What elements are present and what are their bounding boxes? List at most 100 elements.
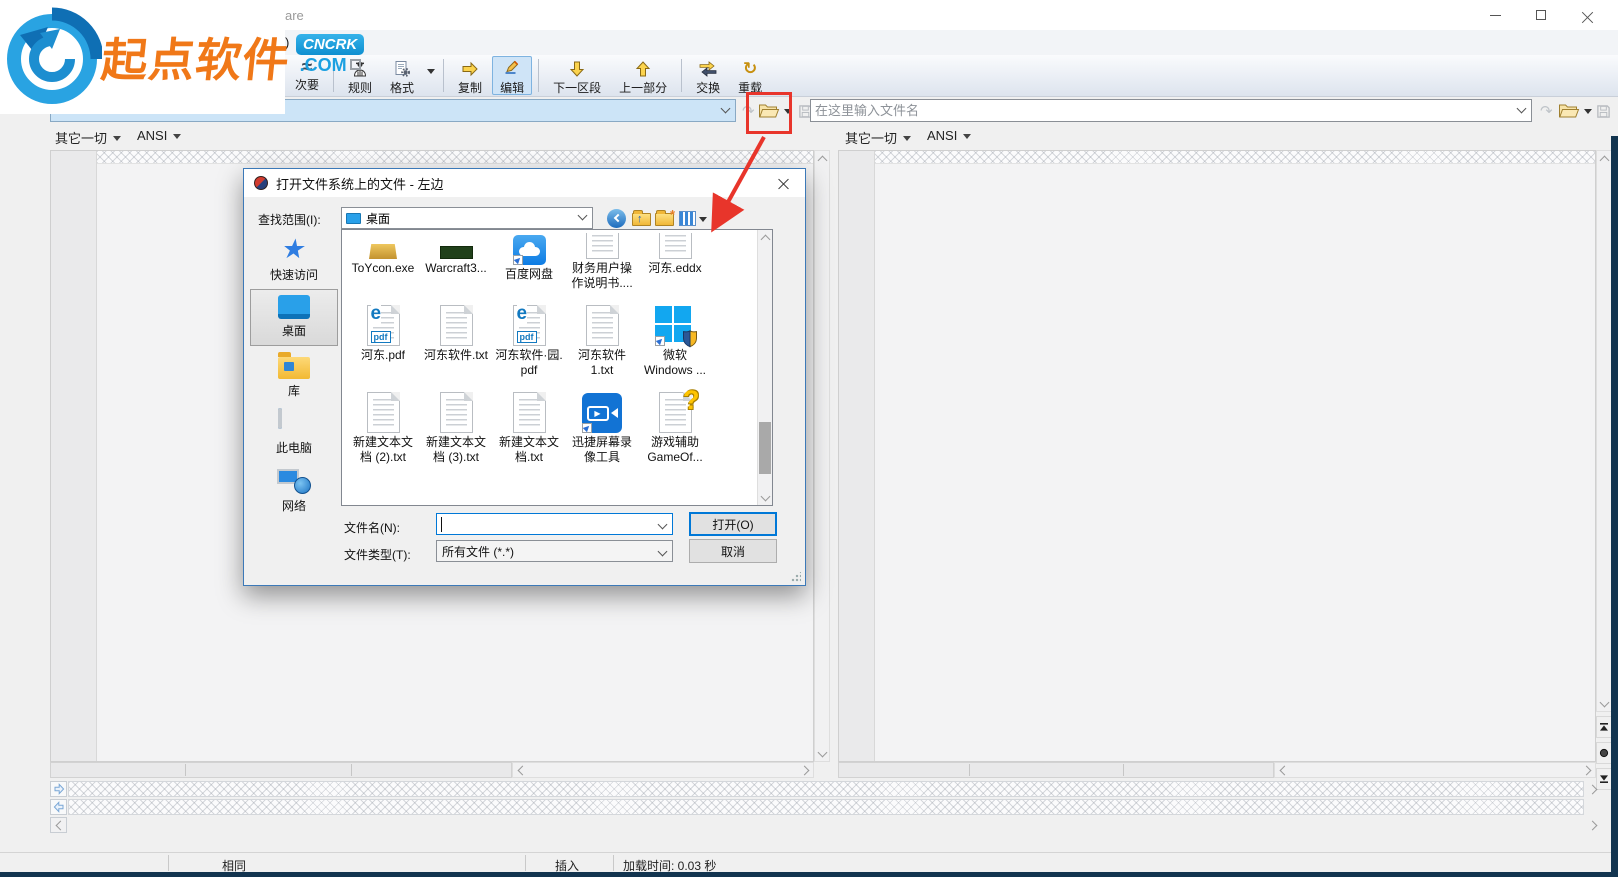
logo-badge: CNCRK .COM (296, 34, 364, 75)
text-file-icon (367, 392, 400, 433)
left-horizontal-scrollbar[interactable] (512, 762, 814, 778)
text-file-icon (440, 305, 473, 346)
scroll-left-icon[interactable] (1275, 763, 1290, 777)
sidebar-item-libraries[interactable]: 库 (250, 346, 338, 404)
scroll-down-icon[interactable] (1597, 696, 1611, 711)
toolbar-next-section-button[interactable]: 下一区段 (545, 56, 609, 95)
file-item[interactable]: 微软 Windows ... (639, 300, 711, 378)
left-format-dropdown[interactable]: 其它一切 (55, 128, 121, 147)
maximize-icon (1536, 10, 1546, 20)
file-item[interactable]: 河东.eddx (639, 233, 711, 291)
look-in-label: 查找范围(I): (258, 211, 321, 228)
document-icon (659, 233, 692, 259)
reload-icon (743, 60, 757, 78)
file-item[interactable]: 新建文本文 档 (2).txt (347, 387, 419, 465)
baidu-cloud-icon (513, 235, 546, 265)
view-menu-button[interactable] (679, 207, 707, 229)
detail-scroll-row[interactable] (50, 817, 1602, 832)
up-one-level-button[interactable]: ↑ (632, 207, 651, 229)
new-folder-button[interactable]: * (655, 207, 674, 229)
sidebar-item-this-pc[interactable]: 此电脑 (250, 404, 338, 462)
file-list-scrollbar[interactable] (757, 230, 772, 505)
badge-bottom-text: .COM (300, 55, 347, 75)
view-menu-icon (679, 211, 696, 226)
right-gutter (839, 151, 875, 761)
toolbar-swap-button[interactable]: 交换 (688, 56, 728, 95)
file-item[interactable]: ? 游戏辅助 GameOf... (639, 387, 711, 465)
file-item[interactable]: 新建文本文 档.txt (493, 387, 565, 465)
dialog-title-bar[interactable]: 打开文件系统上的文件 - 左边 (244, 169, 805, 197)
text-file-icon (586, 305, 619, 346)
open-button[interactable]: 打开(O) (689, 512, 777, 536)
toolbar-edit-button[interactable]: 编辑 (492, 56, 532, 95)
close-button[interactable] (1564, 0, 1610, 30)
scroll-up-icon[interactable] (815, 151, 829, 166)
right-path-combobox[interactable] (810, 99, 1532, 122)
file-item[interactable]: 新建文本文 档 (3).txt (420, 387, 492, 465)
dialog-title: 打开文件系统上的文件 - 左边 (276, 174, 444, 193)
file-item[interactable]: 百度网盘 (493, 233, 565, 291)
scrollbar-thumb[interactable] (759, 422, 771, 474)
copy-left-button[interactable] (50, 799, 67, 815)
toolbar-format-button[interactable]: 格式 (382, 56, 422, 95)
scroll-right-icon[interactable] (1580, 763, 1595, 777)
copy-right-button[interactable] (50, 781, 67, 797)
look-in-combobox[interactable]: 桌面 (341, 207, 593, 229)
dialog-close-button[interactable] (761, 169, 805, 197)
file-name-input[interactable] (436, 513, 673, 535)
file-item[interactable]: 河东软件 1.txt (566, 300, 638, 378)
first-difference-button[interactable] (1596, 716, 1612, 738)
right-editor-pane[interactable] (838, 150, 1596, 762)
back-button[interactable] (607, 207, 626, 229)
file-type-combobox[interactable]: 所有文件 (*.*) (436, 540, 673, 562)
right-line-detail-row (50, 799, 1602, 815)
format-icon (393, 60, 411, 78)
right-vertical-scrollbar[interactable] (1596, 150, 1612, 712)
file-list[interactable]: ToYcon.exe Warcraft3... 百度网盘 财务用户操 作说明书.… (341, 229, 773, 506)
toolbar-copy-button[interactable]: 复制 (450, 56, 490, 95)
toolbar-separator (443, 59, 444, 92)
file-item[interactable]: 河东软件.txt (420, 300, 492, 378)
scroll-up-icon[interactable] (758, 230, 772, 245)
left-encoding-dropdown[interactable]: ANSI (137, 128, 181, 143)
maximize-button[interactable] (1518, 0, 1564, 30)
scroll-right-icon[interactable] (1586, 781, 1602, 797)
right-open-folder-button[interactable] (1558, 100, 1580, 122)
dialog-resize-grip[interactable] (791, 572, 801, 582)
file-item[interactable]: ▶ 迅捷屏幕录 像工具 (566, 387, 638, 465)
center-difference-button[interactable] (1596, 742, 1612, 764)
file-item[interactable]: ToYcon.exe (347, 233, 419, 291)
file-item[interactable]: epdf 河东软件·园. pdf (493, 300, 565, 378)
file-item[interactable]: Warcraft3... (420, 233, 492, 291)
toolbar-reload-button[interactable]: 重载 (730, 56, 770, 95)
sidebar-item-desktop[interactable]: 桌面 (250, 289, 338, 347)
right-path-input[interactable] (813, 101, 1513, 120)
file-item[interactable]: 财务用户操 作说明书.... (566, 233, 638, 291)
sidebar-item-quick-access[interactable]: 快速访问 (250, 231, 338, 289)
left-detail-content (68, 781, 1584, 797)
right-missing-section-strip (875, 151, 1595, 164)
scroll-up-icon[interactable] (1597, 151, 1611, 166)
file-item[interactable]: epdf 河东.pdf (347, 300, 419, 378)
scroll-right-icon[interactable] (1586, 817, 1602, 833)
right-horizontal-scrollbar[interactable] (1274, 762, 1596, 778)
toolbar-prev-part-button[interactable]: 上一部分 (611, 56, 675, 95)
right-format-dropdown[interactable]: 其它一切 (845, 128, 911, 147)
jump-top-icon (1599, 722, 1609, 732)
toolbar-separator (681, 59, 682, 92)
left-vertical-scrollbar[interactable] (814, 150, 830, 762)
minimize-button[interactable] (1472, 0, 1518, 30)
right-encoding-dropdown[interactable]: ANSI (927, 128, 971, 143)
toolbar-separator (538, 59, 539, 92)
scroll-left-icon[interactable] (50, 817, 67, 833)
sidebar-item-network[interactable]: 网络 (250, 461, 338, 519)
format-dropdown-caret[interactable] (427, 69, 435, 74)
right-open-dropdown-caret[interactable] (1584, 100, 1592, 122)
game-icon (440, 246, 473, 259)
scroll-down-icon[interactable] (815, 746, 829, 761)
scroll-right-icon[interactable] (798, 763, 813, 777)
cancel-button[interactable]: 取消 (689, 539, 777, 563)
scroll-down-icon[interactable] (758, 490, 772, 505)
scroll-left-icon[interactable] (513, 763, 528, 777)
chevron-down-icon (113, 136, 121, 141)
